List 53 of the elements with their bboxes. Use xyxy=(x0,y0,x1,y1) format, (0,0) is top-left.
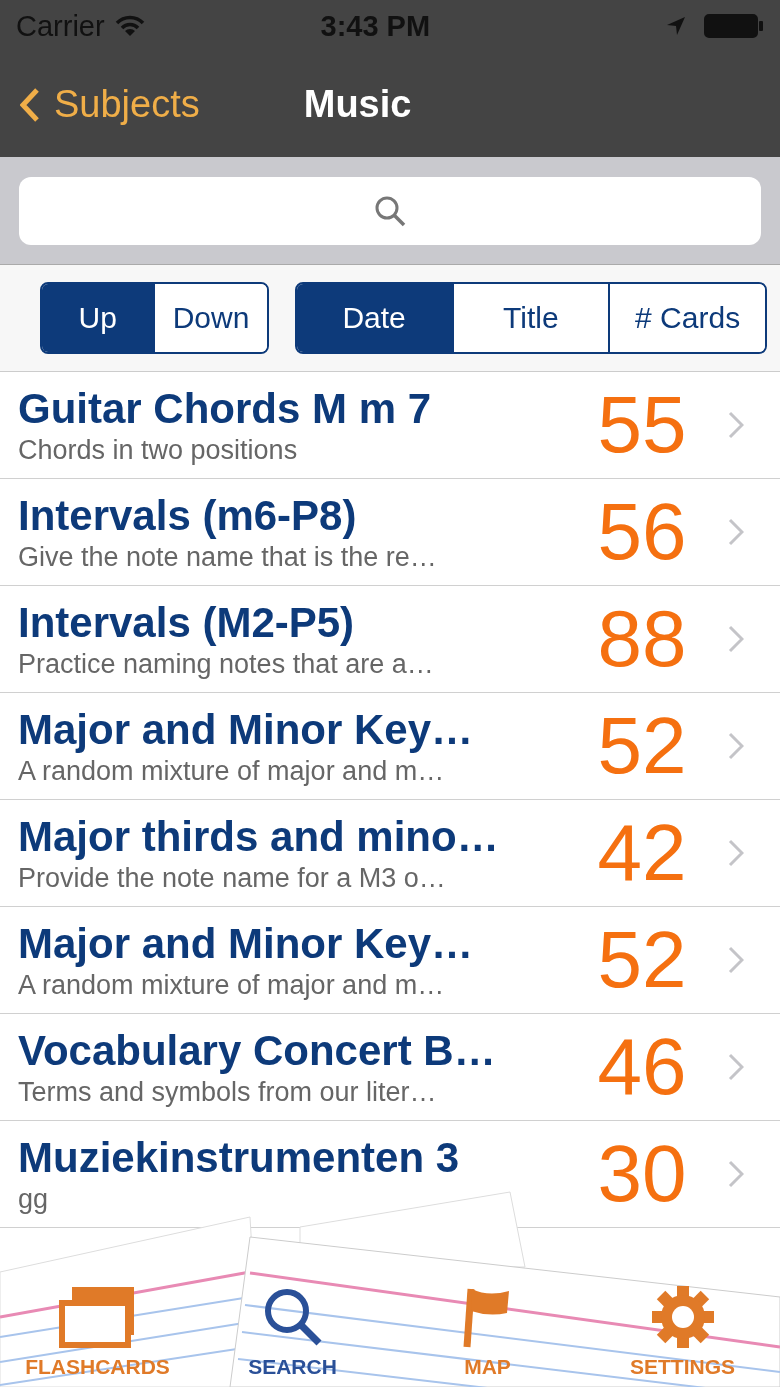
chevron-icon xyxy=(728,518,744,546)
wifi-icon xyxy=(114,15,145,37)
tab-item[interactable]: SEARCH xyxy=(195,1285,390,1379)
deck-description: Provide the note name for a M3 o… xyxy=(18,862,447,894)
deck-title: Major and Minor Key… xyxy=(18,919,475,968)
deck-title: Intervals (m6-P8) xyxy=(18,491,358,540)
deck-title: Major thirds and mino… xyxy=(18,812,500,861)
chevron-icon xyxy=(728,946,744,974)
deck-description: Terms and symbols from our liter… xyxy=(18,1076,438,1108)
deck-title: Muziekinstrumenten 3 xyxy=(18,1133,461,1182)
chevron-icon xyxy=(728,411,744,439)
location-arrow-icon xyxy=(666,16,686,36)
card-count: 56 xyxy=(596,486,688,578)
deck-title: Guitar Chords M m 7 xyxy=(18,384,433,433)
deck-row[interactable]: Intervals (m6-P8) Give the note name that is the re… 56 xyxy=(0,479,780,586)
deck-row[interactable]: Guitar Chords M m 7 Chords in two positions 55 xyxy=(0,372,780,479)
sort-option[interactable]: # Cards xyxy=(608,284,765,352)
deck-description: Give the note name that is the re… xyxy=(18,541,438,573)
card-count: 46 xyxy=(596,1021,688,1113)
sort-option[interactable]: Up xyxy=(42,284,154,352)
deck-title: Vocabulary Concert B… xyxy=(18,1026,497,1075)
chevron-icon xyxy=(728,839,744,867)
card-count: 52 xyxy=(596,914,688,1006)
deck-title: Major and Minor Key… xyxy=(18,705,475,754)
deck-description: gg xyxy=(18,1183,50,1215)
deck-description: A random mixture of major and m… xyxy=(18,969,446,1001)
deck-row[interactable]: Intervals (M2-P5) Practice naming notes that are a… 88 xyxy=(0,586,780,693)
deck-row[interactable]: Major and Minor Key… A random mixture of major and m… 52 xyxy=(0,907,780,1014)
sort-option[interactable]: Down xyxy=(153,284,267,352)
search-field[interactable] xyxy=(19,176,761,245)
chevron-icon xyxy=(728,1053,744,1081)
deck-description: Practice naming notes that are a… xyxy=(18,648,435,680)
card-count: 55 xyxy=(596,379,688,471)
deck-row[interactable]: Vocabulary Concert B… Terms and symbols from our liter… 46 xyxy=(0,1014,780,1121)
chevron-icon xyxy=(728,625,744,653)
deck-row[interactable]: Major thirds and mino… Provide the note name for a M3 o… 42 xyxy=(0,800,780,907)
deck-title: Intervals (M2-P5) xyxy=(18,598,356,647)
card-count: 52 xyxy=(596,700,688,792)
card-count: 88 xyxy=(596,593,688,685)
chevron-icon xyxy=(728,1160,744,1188)
deck-description: Chords in two positions xyxy=(18,434,299,466)
chevron-icon xyxy=(728,732,744,760)
card-count: 42 xyxy=(596,807,688,899)
battery-icon xyxy=(704,13,764,39)
screen-title: Music xyxy=(303,83,412,126)
sort-option[interactable]: Title xyxy=(451,284,609,352)
back-chevron-icon xyxy=(20,87,40,122)
back-button[interactable]: Subjects xyxy=(20,83,200,126)
card-count: 30 xyxy=(596,1128,688,1220)
deck-description: A random mixture of major and m… xyxy=(18,755,446,787)
settings-icon xyxy=(650,1285,715,1349)
deck-row[interactable]: Major and Minor Key… A random mixture of major and m… 52 xyxy=(0,693,780,800)
sort-option[interactable]: Date xyxy=(296,284,452,352)
